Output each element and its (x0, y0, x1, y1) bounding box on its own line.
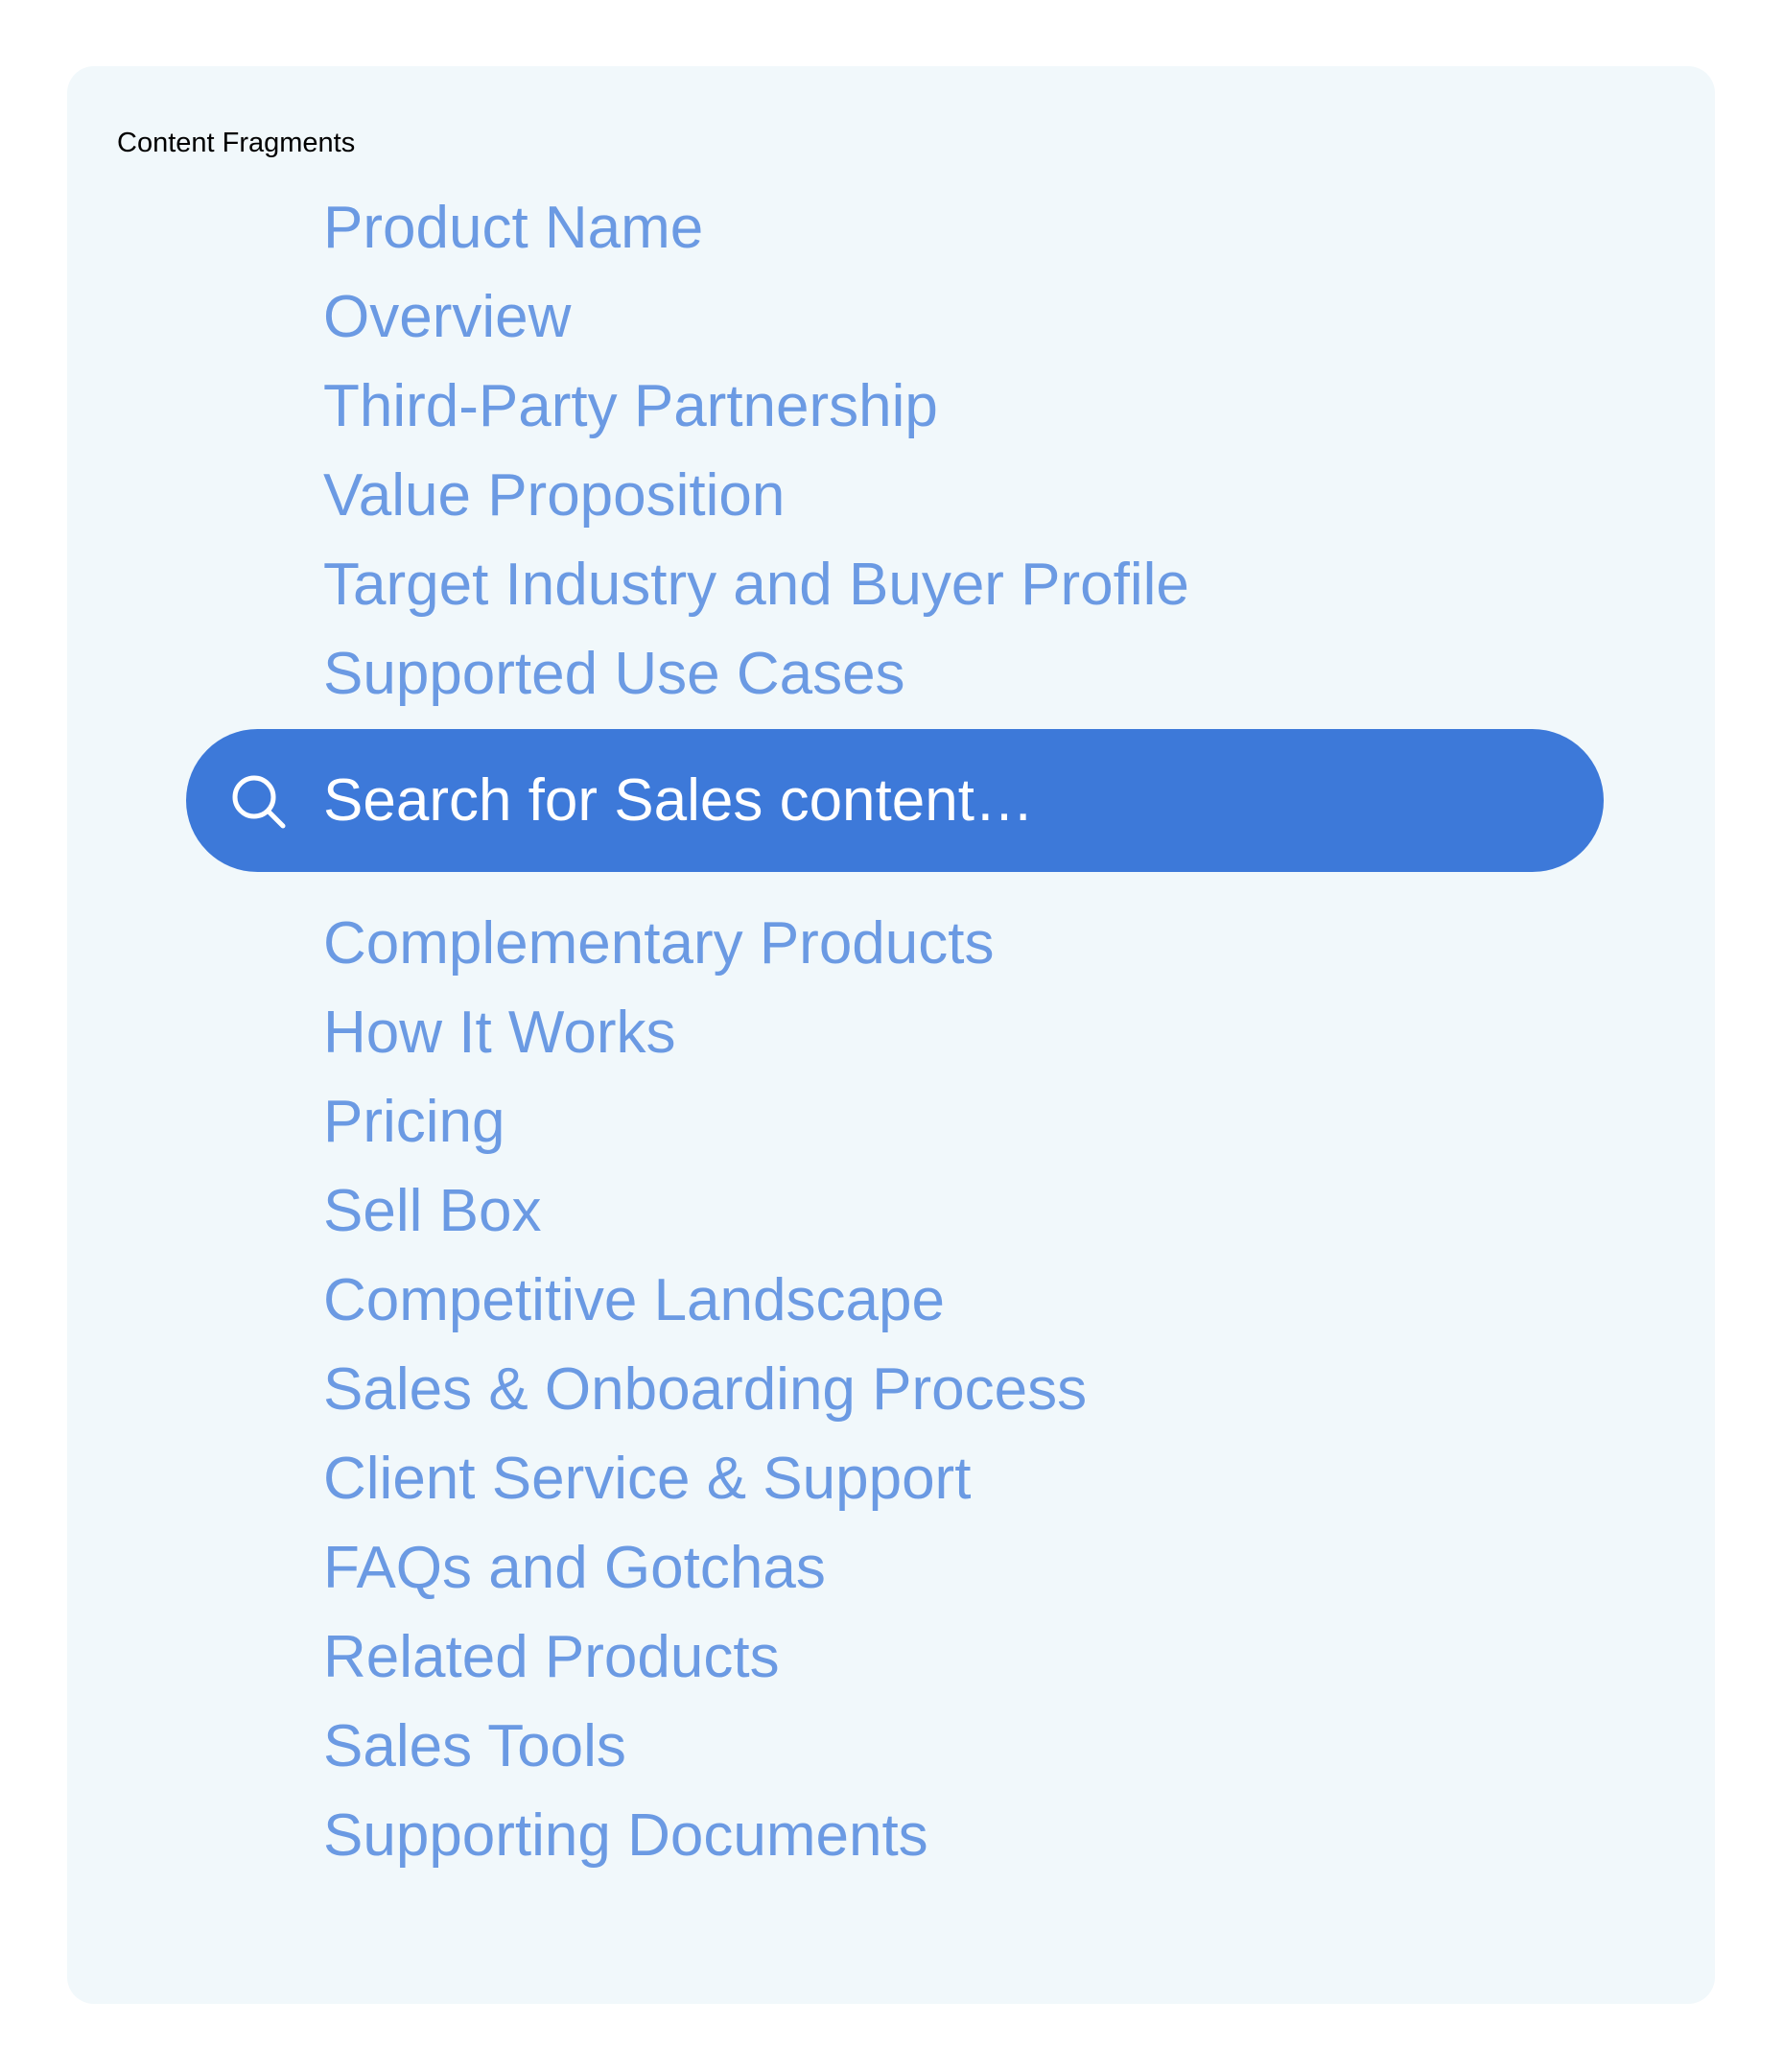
fragment-item-pricing[interactable]: Pricing (323, 1077, 1087, 1166)
fragment-item-supported-use-cases[interactable]: Supported Use Cases (323, 629, 1189, 718)
fragment-item-faqs-and-gotchas[interactable]: FAQs and Gotchas (323, 1523, 1087, 1613)
fragment-item-sales-tools[interactable]: Sales Tools (323, 1702, 1087, 1791)
fragment-item-third-party-partnership[interactable]: Third-Party Partnership (323, 362, 1189, 451)
fragment-item-competitive-landscape[interactable]: Competitive Landscape (323, 1256, 1087, 1345)
fragment-item-sales-onboarding-process[interactable]: Sales & Onboarding Process (323, 1345, 1087, 1434)
panel-title: Content Fragments (117, 128, 356, 158)
fragment-item-related-products[interactable]: Related Products (323, 1613, 1087, 1702)
fragment-item-complementary-products[interactable]: Complementary Products (323, 899, 1087, 988)
fragment-list-top: Product Name Overview Third-Party Partne… (323, 183, 1189, 718)
search-bar[interactable] (186, 729, 1604, 872)
fragment-item-client-service-support[interactable]: Client Service & Support (323, 1434, 1087, 1523)
fragment-item-overview[interactable]: Overview (323, 272, 1189, 362)
search-icon (228, 771, 290, 833)
fragment-item-target-industry[interactable]: Target Industry and Buyer Profile (323, 540, 1189, 629)
fragment-item-product-name[interactable]: Product Name (323, 183, 1189, 272)
search-input[interactable] (323, 752, 1551, 848)
fragment-item-sell-box[interactable]: Sell Box (323, 1166, 1087, 1256)
fragment-list-bottom: Complementary Products How It Works Pric… (323, 899, 1087, 1880)
fragment-item-how-it-works[interactable]: How It Works (323, 988, 1087, 1077)
content-fragments-panel: Content Fragments Product Name Overview … (67, 66, 1715, 2004)
fragment-item-supporting-documents[interactable]: Supporting Documents (323, 1791, 1087, 1880)
fragment-item-value-proposition[interactable]: Value Proposition (323, 451, 1189, 540)
